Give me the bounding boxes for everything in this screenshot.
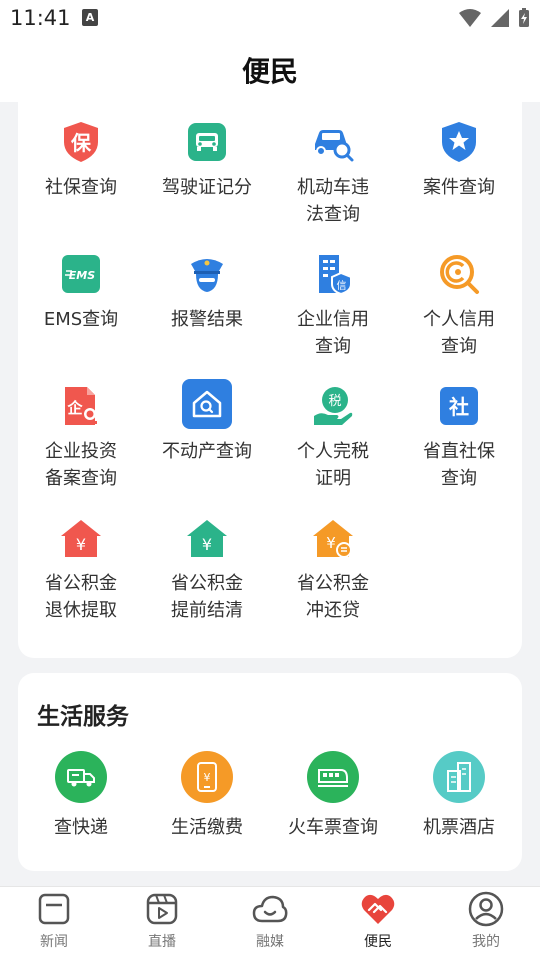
page-title: 便民 — [241, 55, 298, 88]
service-label: 企业投资 备案查询 — [45, 441, 117, 489]
tax-hand-icon: 税 — [314, 387, 353, 425]
service-label: 社保查询 — [45, 177, 117, 198]
tab-label: 直播 — [148, 934, 176, 950]
car-search-icon — [315, 130, 354, 162]
service-item-social-security[interactable]: 保 社保查询 — [18, 120, 144, 201]
star-shield-icon — [442, 122, 476, 162]
notification-a-icon: A — [82, 9, 98, 26]
svg-text:税: 税 — [328, 394, 341, 409]
service-item-tax-certificate[interactable]: 税 个人完税 证明 — [270, 384, 396, 492]
wifi-icon — [459, 9, 481, 27]
status-bar: 11:41 A — [0, 0, 540, 36]
life-label: 查快递 — [54, 817, 108, 838]
house-yuan-red-icon: ¥ — [61, 520, 101, 557]
car-front-icon — [188, 123, 226, 161]
tab-label: 便民 — [364, 934, 392, 950]
service-label: 省公积金 退休提取 — [45, 573, 117, 621]
life-label: 机票酒店 — [423, 817, 495, 838]
life-item-flight-hotel[interactable]: 机票酒店 — [396, 751, 522, 839]
truck-icon — [55, 751, 107, 803]
service-item-license-points[interactable]: 驾驶证记分 — [144, 120, 270, 201]
battery-icon — [519, 8, 529, 27]
service-item-vehicle-violation[interactable]: 机动车违 法查询 — [270, 120, 396, 228]
train-icon — [307, 751, 359, 803]
service-label: 省公积金 冲还贷 — [297, 573, 369, 621]
service-item-fund-repay[interactable]: ¥ 省公积金 冲还贷 — [270, 516, 396, 624]
hotel-icon — [433, 751, 485, 803]
tab-news[interactable]: 新闻 — [0, 891, 108, 951]
tab-live[interactable]: 直播 — [108, 891, 216, 951]
service-label: 驾驶证记分 — [162, 177, 252, 198]
tab-label: 融媒 — [256, 934, 284, 950]
tab-label: 新闻 — [40, 934, 68, 950]
svg-text:社: 社 — [448, 395, 469, 419]
she-badge-icon: 社 — [440, 387, 478, 425]
service-item-ems[interactable]: EMS EMS查询 — [18, 252, 144, 333]
shield-bao-icon: 保 — [64, 122, 98, 162]
services-card: 保 社保查询 驾驶证记分 机动车违 法查询 案件查询 EMS EMS查询 报警结… — [18, 90, 522, 658]
bottom-tab-bar: 新闻 直播 融媒 便民 我的 — [0, 886, 540, 960]
service-label: 省公积金 提前结清 — [171, 573, 243, 621]
service-label: 报警结果 — [171, 309, 243, 330]
status-icons — [458, 8, 530, 28]
status-time: 11:41 — [10, 6, 71, 30]
service-label: 省直社保 查询 — [423, 441, 495, 489]
svg-text:¥: ¥ — [204, 771, 211, 784]
service-item-real-estate[interactable]: 不动产查询 — [144, 378, 270, 465]
service-item-enterprise-credit[interactable]: 信 企业信用 查询 — [270, 252, 396, 360]
service-item-case-query[interactable]: 案件查询 — [396, 120, 522, 201]
svg-text:EMS: EMS — [69, 269, 95, 282]
svg-text:保: 保 — [70, 131, 92, 155]
life-item-express[interactable]: 查快递 — [18, 751, 144, 839]
life-item-bill-payment[interactable]: ¥ 生活缴费 — [144, 751, 270, 839]
service-label: 企业信用 查询 — [297, 309, 369, 357]
svg-text:信: 信 — [337, 280, 347, 292]
building-credit-icon: 信 — [319, 255, 352, 296]
service-item-police-result[interactable]: 报警结果 — [144, 252, 270, 333]
house-yuan-green-icon: ¥ — [187, 520, 227, 557]
tab-convenience[interactable]: 便民 — [324, 891, 432, 951]
tab-media[interactable]: 融媒 — [216, 891, 324, 951]
service-item-fund-settle[interactable]: ¥ 省公积金 提前结清 — [144, 516, 270, 624]
life-label: 火车票查询 — [288, 817, 378, 838]
life-services-card: 生活服务 查快递 ¥ 生活缴费 火车票查询 机票酒店 — [18, 673, 522, 871]
news-icon — [38, 893, 70, 925]
service-label: 不动产查询 — [162, 441, 252, 462]
life-item-train-ticket[interactable]: 火车票查询 — [270, 751, 396, 839]
svg-text:¥: ¥ — [202, 535, 212, 554]
signal-icon — [491, 9, 509, 27]
service-label: 个人完税 证明 — [297, 441, 369, 489]
profile-icon — [468, 891, 504, 927]
tab-label: 我的 — [472, 934, 500, 950]
cloud-icon — [252, 895, 288, 923]
service-label: 案件查询 — [423, 177, 495, 198]
service-label: EMS查询 — [43, 309, 119, 330]
section-title: 生活服务 — [37, 704, 129, 730]
house-search-icon — [182, 379, 232, 429]
svg-text:企: 企 — [66, 399, 83, 417]
service-item-fund-retirement[interactable]: ¥ 省公积金 退休提取 — [18, 516, 144, 624]
service-label: 机动车违 法查询 — [297, 177, 369, 225]
service-label: 个人信用 查询 — [423, 309, 495, 357]
phone-yuan-icon: ¥ — [181, 751, 233, 803]
live-icon — [146, 893, 178, 925]
life-label: 生活缴费 — [171, 817, 243, 838]
service-item-personal-credit[interactable]: 个人信用 查询 — [396, 252, 522, 360]
tab-profile[interactable]: 我的 — [432, 891, 540, 951]
enterprise-doc-icon: 企 — [65, 387, 97, 425]
house-yuan-orange-icon: ¥ — [313, 520, 353, 558]
service-item-investment-filing[interactable]: 企 企业投资 备案查询 — [18, 384, 144, 492]
svg-text:¥: ¥ — [76, 535, 86, 554]
heart-hand-icon — [361, 894, 395, 924]
service-item-provincial-social-security[interactable]: 社 省直社保 查询 — [396, 384, 522, 492]
credit-search-icon — [440, 255, 479, 294]
ems-icon: EMS — [62, 255, 100, 293]
police-icon — [191, 259, 223, 292]
svg-text:¥: ¥ — [326, 534, 336, 552]
